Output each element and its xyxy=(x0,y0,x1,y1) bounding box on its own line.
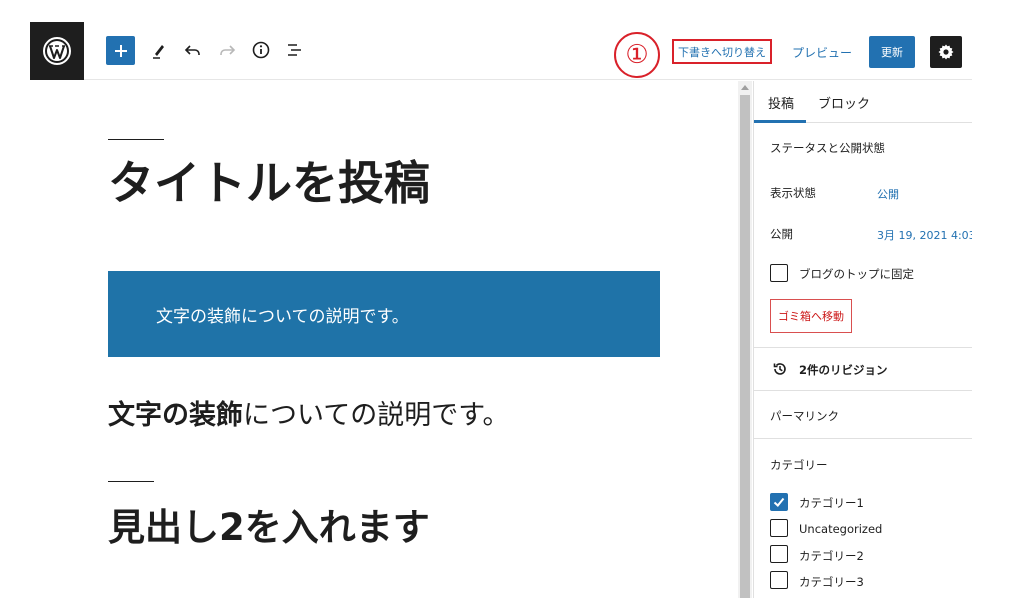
history-icon xyxy=(773,363,786,375)
add-block-button[interactable] xyxy=(106,36,135,65)
redo-button[interactable] xyxy=(214,37,240,63)
sidebar-tabs: 投稿 ブロック xyxy=(754,81,972,123)
category-checkbox[interactable] xyxy=(770,493,788,511)
move-to-trash-button[interactable]: ゴミ箱へ移動 xyxy=(770,299,852,333)
cover-block-text[interactable]: 文字の装飾についての説明です。 xyxy=(156,302,409,327)
editor-header: ① 下書きへ切り替え プレビュー 更新 xyxy=(30,22,972,80)
preview-button[interactable]: プレビュー xyxy=(792,42,852,62)
paragraph-block[interactable]: 文字の装飾についての説明です。 xyxy=(108,393,510,432)
category-checkbox[interactable] xyxy=(770,545,788,563)
category-checkbox[interactable] xyxy=(770,571,788,589)
paragraph-bold-text: 文字の装飾 xyxy=(108,400,243,431)
wordpress-logo-button[interactable] xyxy=(30,22,84,80)
category-checkbox[interactable] xyxy=(770,519,788,537)
sticky-label: ブログのトップに固定 xyxy=(799,267,914,281)
undo-icon xyxy=(184,45,200,55)
editor-scrollbar[interactable] xyxy=(738,81,752,598)
separator-block[interactable] xyxy=(108,481,154,482)
info-icon xyxy=(252,41,270,59)
wordpress-icon xyxy=(43,37,71,65)
sidebar-divider xyxy=(754,390,972,391)
sticky-checkbox[interactable] xyxy=(770,264,788,282)
scroll-up-arrow-icon[interactable] xyxy=(741,85,749,90)
list-view-button[interactable] xyxy=(282,37,308,63)
cover-block[interactable]: 文字の装飾についての説明です。 xyxy=(108,271,660,357)
list-view-icon xyxy=(288,44,301,56)
tab-post[interactable]: 投稿 xyxy=(768,93,794,112)
tab-block[interactable]: ブロック xyxy=(818,93,870,112)
editor-canvas: タイトルを投稿 文字の装飾についての説明です。 文字の装飾についての説明です。 … xyxy=(30,81,738,598)
block-editor: ① 下書きへ切り替え プレビュー 更新 タイトルを投稿 文字の装飾についての説明… xyxy=(0,0,1024,598)
active-tab-indicator xyxy=(754,120,806,123)
plus-icon xyxy=(114,44,127,57)
publish-label: 公開 xyxy=(770,227,793,241)
update-button[interactable]: 更新 xyxy=(869,36,915,68)
gear-icon xyxy=(938,44,954,60)
category-label: Uncategorized xyxy=(799,522,883,536)
visibility-label: 表示状態 xyxy=(770,186,816,200)
redo-icon xyxy=(220,45,236,55)
category-label: カテゴリー1 xyxy=(799,496,864,510)
category-label: カテゴリー2 xyxy=(799,549,864,563)
undo-button[interactable] xyxy=(180,37,206,63)
categories-panel-heading[interactable]: カテゴリー xyxy=(770,457,828,473)
sidebar-divider xyxy=(754,347,972,348)
status-panel-heading[interactable]: ステータスと公開状態 xyxy=(770,140,885,156)
visibility-value[interactable]: 公開 xyxy=(877,186,899,202)
category-label: カテゴリー3 xyxy=(799,575,864,589)
sidebar-divider xyxy=(754,438,972,439)
scroll-thumb[interactable] xyxy=(740,95,750,598)
publish-date-value[interactable]: 3月 19, 2021 4:03 a xyxy=(877,227,972,243)
checkmark-icon xyxy=(773,497,785,507)
heading-block[interactable]: 見出し2を入れます xyxy=(108,497,430,551)
revisions-link[interactable]: 2件のリビジョン xyxy=(799,362,888,378)
separator-block[interactable] xyxy=(108,139,164,140)
switch-to-draft-button[interactable]: 下書きへ切り替え xyxy=(672,39,772,64)
paragraph-text: についての説明です。 xyxy=(243,400,510,431)
settings-sidebar: 投稿 ブロック ステータスと公開状態 表示状態 公開 公開 3月 19, 202… xyxy=(753,81,972,598)
details-button[interactable] xyxy=(248,37,274,63)
settings-button[interactable] xyxy=(930,36,962,68)
permalink-panel-heading[interactable]: パーマリンク xyxy=(770,408,839,424)
post-title[interactable]: タイトルを投稿 xyxy=(108,157,430,210)
step-annotation-marker: ① xyxy=(614,32,660,78)
pencil-icon xyxy=(153,45,164,59)
tools-button[interactable] xyxy=(146,37,172,63)
